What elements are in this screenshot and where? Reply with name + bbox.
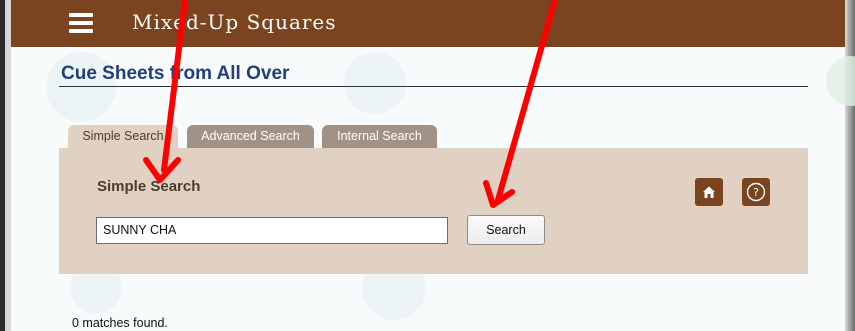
top-bar: Mixed-Up Squares [11, 0, 845, 47]
help-button[interactable]: ? [742, 178, 770, 206]
help-icon: ? [746, 182, 766, 202]
title-divider [59, 86, 808, 87]
search-input[interactable]: SUNNY CHA [96, 217, 448, 244]
background-bubble [344, 52, 406, 114]
tab-simple-search[interactable]: Simple Search [68, 125, 178, 150]
home-button[interactable] [695, 178, 723, 206]
search-panel: Simple Search SUNNY CHA Search ? [59, 148, 808, 274]
window-edge-left-inner [5, 0, 11, 331]
tab-advanced-search[interactable]: Advanced Search [187, 125, 314, 148]
results-status: 0 matches found. [72, 316, 168, 330]
tab-internal-search[interactable]: Internal Search [322, 125, 437, 148]
background-bubble [826, 56, 855, 106]
page-title: Cue Sheets from All Over [61, 63, 290, 84]
hamburger-menu-icon[interactable] [69, 13, 93, 33]
window-edge-right [845, 0, 855, 331]
search-button[interactable]: Search [467, 215, 545, 245]
panel-heading: Simple Search [97, 178, 201, 195]
help-glyph: ? [753, 186, 759, 199]
browser-page: Mixed-Up Squares Cue Sheets from All Ove… [0, 0, 855, 331]
home-icon [703, 186, 715, 198]
app-title: Mixed-Up Squares [132, 10, 337, 34]
